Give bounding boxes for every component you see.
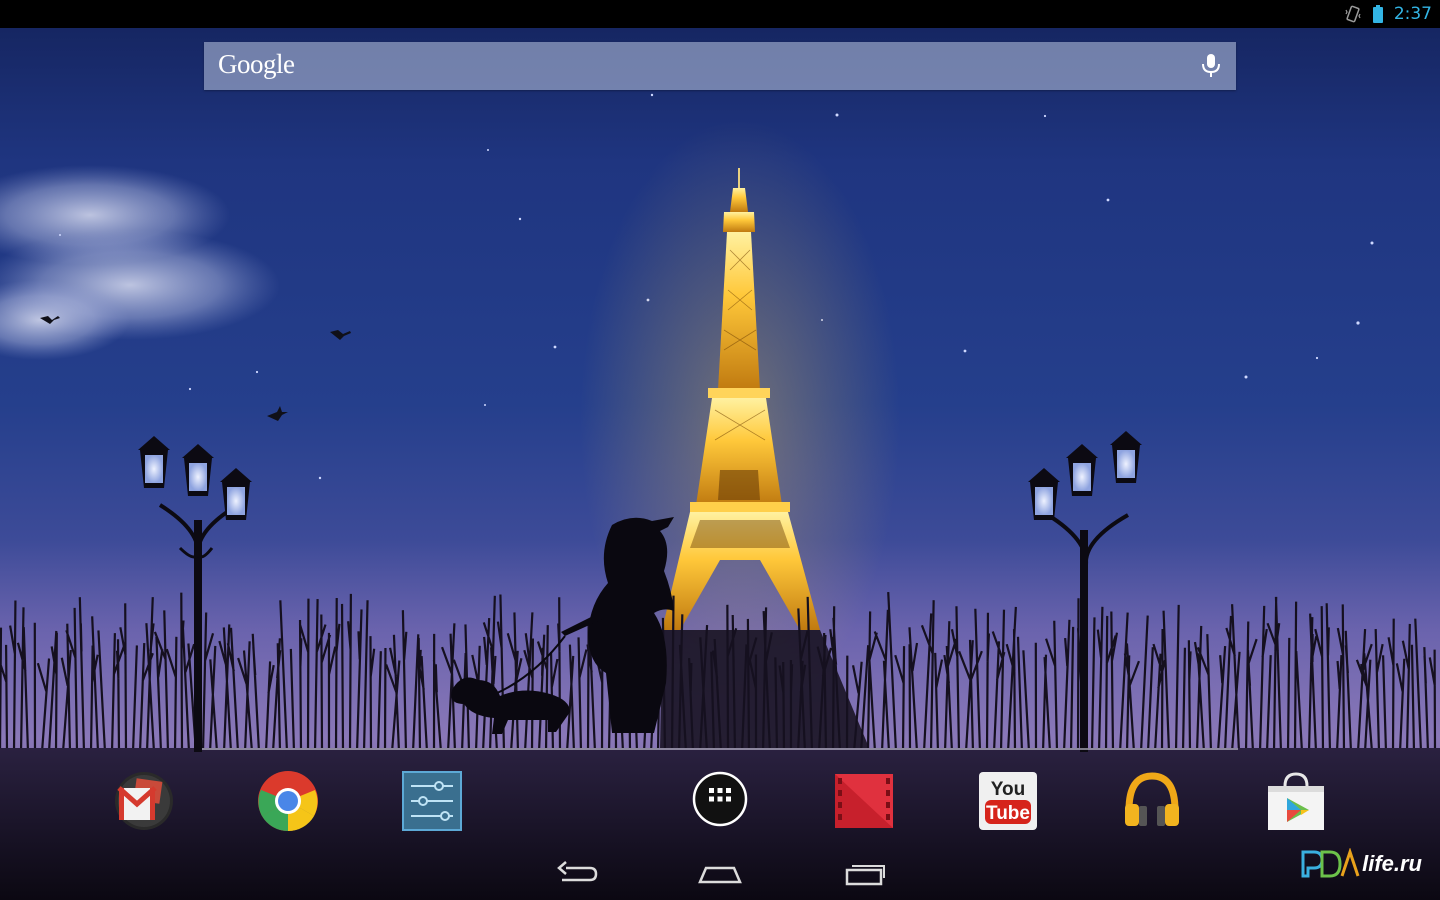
dock-divider — [202, 748, 1238, 750]
home-button[interactable]: Home — [690, 856, 750, 892]
dock-app-youtube[interactable]: You Tube YouTube — [977, 770, 1039, 832]
home-label: Home — [750, 856, 751, 857]
dock-app-play-movies[interactable]: Play Movies — [833, 770, 895, 832]
recents-label: Recent apps — [894, 856, 895, 857]
dock-app-play-store[interactable]: Play Store — [1265, 770, 1327, 832]
dock-app-label: YouTube — [1039, 770, 1040, 771]
battery-icon — [1372, 5, 1383, 23]
chrome-icon — [258, 771, 318, 832]
youtube-text-bottom: Tube — [986, 803, 1030, 824]
play-store-icon — [1268, 772, 1324, 830]
dock-app-label: Chrome — [319, 770, 320, 771]
back-label: Back — [606, 856, 607, 857]
dock-app-label: Play Music — [1183, 770, 1184, 771]
dock-app-play-music[interactable]: Play Music — [1121, 770, 1183, 832]
movies-icon — [835, 774, 893, 828]
dock-app-chrome[interactable]: Chrome — [257, 770, 319, 832]
youtube-icon: You Tube — [979, 772, 1037, 830]
home-icon — [698, 866, 742, 884]
headphones-icon — [1125, 772, 1179, 826]
youtube-text-top: You — [991, 779, 1025, 800]
google-logo-text: Google — [218, 49, 295, 79]
status-clock: 2:37 — [1393, 4, 1432, 24]
back-button[interactable]: Back — [546, 856, 606, 892]
dock-app-label: Apps — [751, 768, 752, 769]
recent-apps-button[interactable]: Recent apps — [834, 856, 894, 892]
all-apps-icon — [692, 771, 748, 827]
mic-icon[interactable] — [1198, 52, 1224, 80]
status-bar: 2:37 — [0, 0, 1440, 28]
dock-app-settings[interactable]: Settings — [401, 770, 463, 832]
dock-app-gmail[interactable]: Gmail — [113, 770, 175, 832]
dock-app-label: Settings — [463, 770, 464, 771]
vibrate-icon — [1345, 5, 1361, 23]
dock-app-label: Play Movies — [895, 770, 896, 771]
pdalife-watermark: life.ru — [1300, 848, 1422, 880]
watermark-text: life.ru — [1362, 851, 1422, 876]
navigation-bar: Back Home Recent apps life.ru — [0, 844, 1440, 900]
pda-logo — [1301, 848, 1360, 878]
dock-app-label: Gmail — [175, 770, 176, 771]
dock-app-label: Play Store — [1327, 770, 1328, 771]
back-icon — [557, 861, 598, 882]
gmail-icon — [115, 772, 173, 830]
google-search-bar[interactable]: Google — [204, 42, 1236, 90]
recents-icon — [845, 865, 885, 886]
settings-icon — [402, 771, 462, 831]
all-apps-button[interactable]: Apps — [689, 768, 751, 830]
dock: Gmail Chrome Settings — [0, 752, 1440, 844]
